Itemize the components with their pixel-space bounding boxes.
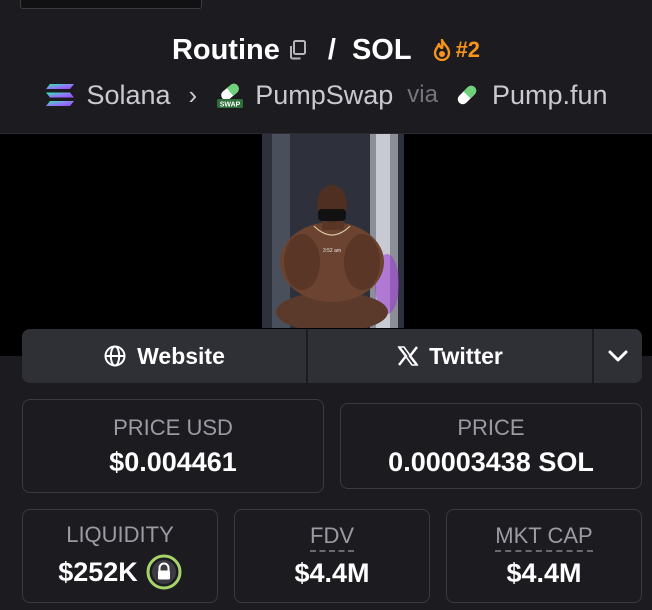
price-native-card: PRICE 0.00003438 SOL bbox=[340, 403, 642, 489]
twitter-button[interactable]: Twitter bbox=[308, 329, 594, 383]
chevron-right-icon: › bbox=[188, 79, 198, 110]
fdv-value: $4.4M bbox=[294, 558, 370, 588]
dex-name[interactable]: PumpSwap bbox=[255, 80, 393, 111]
rank-label: #2 bbox=[455, 37, 481, 62]
chain-name[interactable]: Solana bbox=[86, 80, 170, 111]
liquidity-card: LIQUIDITY $252K bbox=[22, 509, 218, 603]
fdv-label[interactable]: FDV bbox=[310, 523, 354, 552]
quote-symbol: SOL bbox=[351, 33, 412, 66]
mkt-cap-value: $4.4M bbox=[506, 558, 582, 588]
price-native-label: PRICE bbox=[457, 414, 525, 440]
price-usd-card: PRICE USD $0.004461 bbox=[22, 399, 324, 493]
mkt-cap-label[interactable]: MKT CAP bbox=[495, 523, 593, 552]
social-links-bar: Website Twitter bbox=[22, 329, 642, 383]
token-video[interactable]: 3:52 am bbox=[262, 134, 404, 328]
website-label: Website bbox=[137, 342, 225, 369]
price-usd-label: PRICE USD bbox=[113, 414, 233, 440]
pair-title: Routine / SOL #2 bbox=[0, 30, 652, 70]
fdv-card: FDV $4.4M bbox=[234, 509, 430, 603]
token-name: Routine bbox=[171, 33, 280, 66]
chevron-down-icon bbox=[608, 350, 628, 362]
mkt-cap-card: MKT CAP $4.4M bbox=[446, 509, 642, 603]
solana-icon bbox=[46, 84, 75, 106]
launchpad-name[interactable]: Pump.fun bbox=[492, 80, 608, 111]
pill-icon bbox=[457, 85, 477, 105]
price-native-value: 0.00003438 SOL bbox=[388, 446, 594, 477]
flame-icon bbox=[433, 39, 450, 61]
liquidity-label: LIQUIDITY bbox=[66, 522, 174, 547]
website-button[interactable]: Website bbox=[22, 329, 308, 383]
breadcrumb: Solana › SWAP PumpSwap via Pump.fun bbox=[0, 76, 652, 114]
liquidity-value: $252K bbox=[58, 556, 138, 587]
pair-separator: / bbox=[327, 33, 336, 66]
via-label: via bbox=[407, 81, 438, 108]
video-time-overlay: 3:52 am bbox=[323, 248, 341, 254]
price-usd-value: $0.004461 bbox=[109, 446, 237, 477]
video-frame-art: 3:52 am bbox=[262, 134, 404, 328]
copy-icon[interactable] bbox=[288, 39, 308, 61]
twitter-label: Twitter bbox=[429, 342, 503, 369]
trending-rank[interactable]: #2 bbox=[432, 37, 480, 63]
pumpswap-icon: SWAP bbox=[217, 83, 244, 108]
liquidity-value-row: $252K bbox=[58, 554, 182, 590]
top-input-stub[interactable] bbox=[20, 0, 202, 9]
svg-text:SWAP: SWAP bbox=[220, 101, 241, 108]
x-icon bbox=[397, 346, 419, 366]
lock-icon[interactable] bbox=[146, 554, 182, 590]
more-links-button[interactable] bbox=[594, 329, 642, 383]
globe-icon bbox=[104, 345, 126, 367]
